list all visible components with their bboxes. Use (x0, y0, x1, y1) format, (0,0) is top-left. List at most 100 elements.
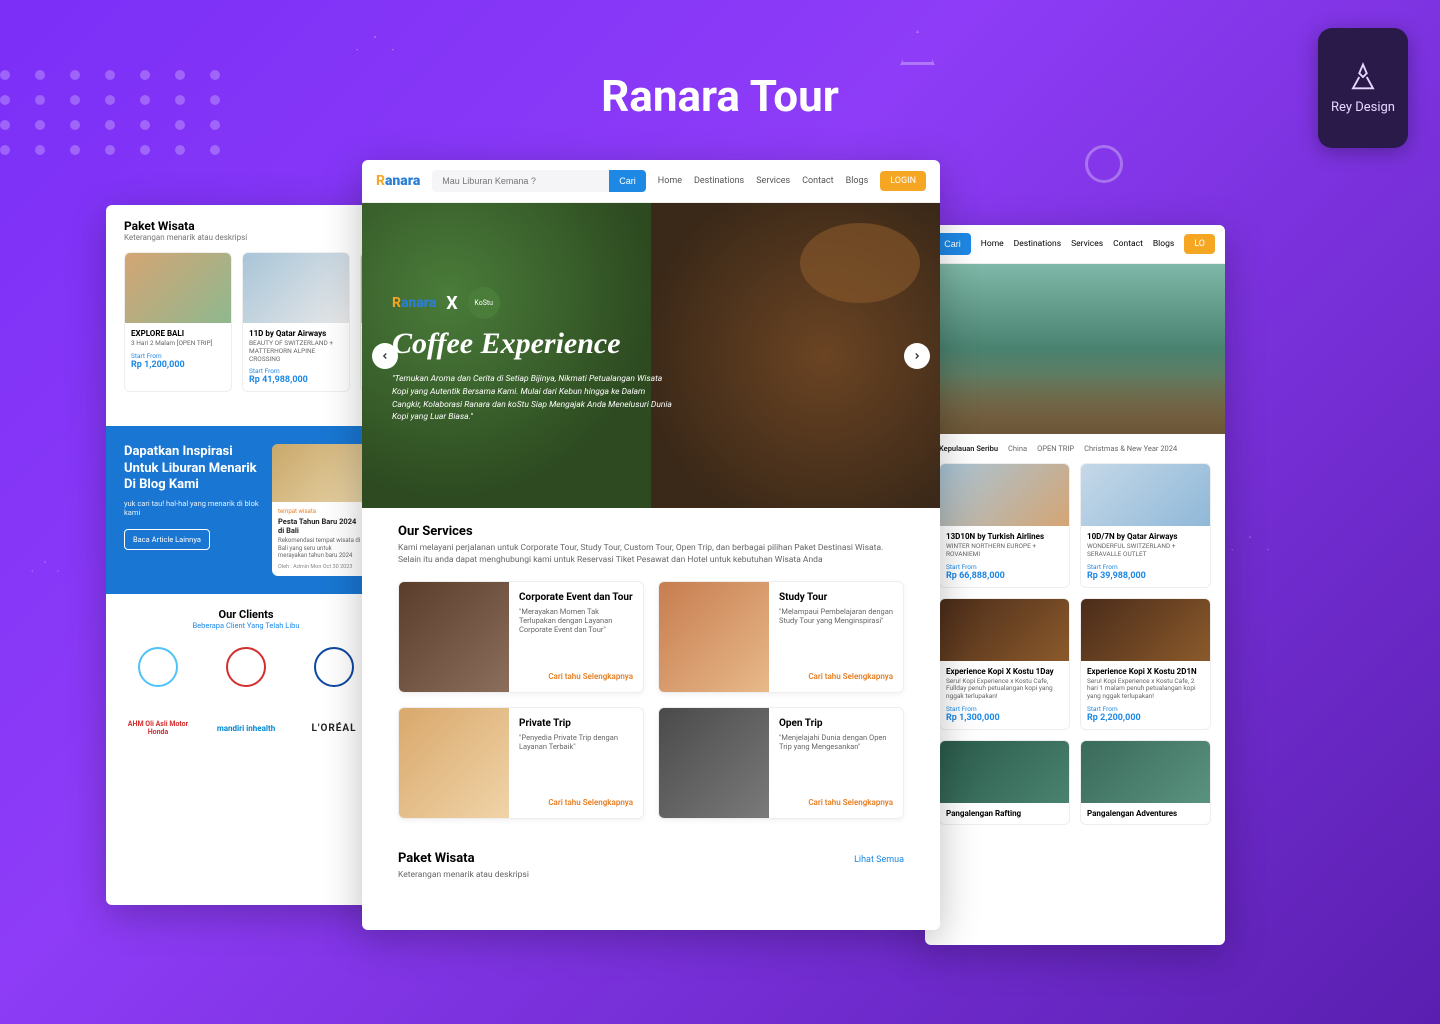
pkg-card[interactable]: Experience Kopi X Kostu 1Day Seru! Kopi … (939, 598, 1070, 730)
client-logo (296, 642, 372, 692)
service-card[interactable]: Study Tour "Melampaui Pembelajaran denga… (658, 581, 904, 693)
pkg-image (243, 253, 349, 323)
services-title: Our Services (398, 524, 904, 539)
center-preview-card: Ranara Cari Home Destinations Services C… (362, 160, 940, 930)
cat-item[interactable]: Christmas & New Year 2024 (1084, 444, 1177, 453)
pkg-card[interactable]: Pangalengan Adventures (1080, 740, 1211, 825)
cat-item[interactable]: China (1008, 444, 1027, 453)
clients-title: Our Clients (120, 608, 372, 621)
paket-title: Paket Wisata (398, 851, 529, 866)
nav-bar: Ranara Cari Home Destinations Services C… (362, 160, 940, 203)
start-from-label: Start From (249, 367, 343, 375)
pkg-price: Rp 41,988,000 (249, 375, 343, 385)
paket-sub: Keterangan menarik atau deskripsi (398, 870, 529, 882)
see-all-link[interactable]: Lihat Semua (854, 855, 904, 865)
pkg-image (940, 464, 1069, 526)
service-title: Private Trip (519, 718, 633, 729)
pkg-image (1081, 599, 1210, 661)
pkg-price: Rp 1,200,000 (131, 360, 225, 370)
nav-blogs[interactable]: Blogs (1153, 239, 1174, 249)
client-logo (120, 642, 196, 692)
nav-services[interactable]: Services (756, 176, 790, 186)
cat-item[interactable]: OPEN TRIP (1037, 444, 1074, 453)
pkg-card[interactable]: 10D/7N by Qatar Airways WONDERFUL SWITZE… (1080, 463, 1211, 588)
services-sub: Kami melayani perjalanan untuk Corporate… (398, 543, 904, 567)
nav-bar: Cari Home Destinations Services Contact … (925, 225, 1225, 264)
pkg-price: Rp 2,200,000 (1087, 713, 1204, 723)
carousel-next-button[interactable] (904, 343, 930, 369)
pkg-desc: BEAUTY OF SWITZERLAND + MATTERHORN ALPIN… (249, 340, 343, 363)
nav-home[interactable]: Home (981, 239, 1004, 249)
pkg-card[interactable]: 13D10N by Turkish Airlines WINTER NORTHE… (939, 463, 1070, 588)
pkg-desc: Seru! Kopi Experience x Kostu Cafe, Full… (946, 678, 1063, 701)
pkg-card[interactable]: Experience Kopi X Kostu 2D1N Seru! Kopi … (1080, 598, 1211, 730)
blog-meta: Oleh : Admin Mon Oct 30 2023 (278, 564, 362, 570)
learn-more-link[interactable]: Cari tahu Selengkapnya (519, 672, 633, 682)
pkg-price: Rp 1,300,000 (946, 713, 1063, 723)
pkg-desc: 3 Hari 2 Malam [OPEN TRIP] (131, 340, 225, 348)
service-card[interactable]: Open Trip "Menjelajahi Dunia dengan Open… (658, 707, 904, 819)
learn-more-link[interactable]: Cari tahu Selengkapnya (779, 672, 893, 682)
services-section: Our Services Kami melayani perjalanan un… (362, 508, 940, 835)
login-button[interactable]: LO (1184, 234, 1215, 254)
pkg-image (940, 741, 1069, 803)
service-title: Open Trip (779, 718, 893, 729)
service-desc: "Melampaui Pembelajaran dengan Study Tou… (779, 607, 893, 672)
hero-image (925, 264, 1225, 434)
service-card[interactable]: Corporate Event dan Tour "Merayakan Mome… (398, 581, 644, 693)
nav-contact[interactable]: Contact (1113, 239, 1143, 249)
pkg-title: 10D/7N by Qatar Airways (1087, 532, 1204, 541)
service-desc: "Menjelajahi Dunia dengan Open Trip yang… (779, 733, 893, 798)
nav-services[interactable]: Services (1071, 239, 1103, 249)
logo[interactable]: Ranara (376, 173, 420, 189)
pkg-title: Experience Kopi X Kostu 1Day (946, 667, 1063, 676)
login-button[interactable]: LOGIN (880, 171, 926, 191)
paket-section: Paket Wisata Keterangan menarik atau des… (362, 835, 940, 898)
blog-promo-band: Dapatkan Inspirasi Untuk Liburan Menarik… (106, 426, 386, 594)
pkg-card[interactable]: EXPLORE BALI 3 Hari 2 Malam [OPEN TRIP] … (124, 252, 232, 392)
search-input[interactable] (432, 170, 609, 192)
start-from-label: Start From (1087, 705, 1204, 713)
service-desc: "Penyedia Private Trip dengan Layanan Te… (519, 733, 633, 798)
hero-desc: "Temukan Aroma dan Cerita di Setiap Biji… (392, 373, 672, 424)
nav-home[interactable]: Home (658, 176, 682, 186)
paket-sub: Keterangan menarik atau deskripsi (124, 233, 368, 242)
learn-more-link[interactable]: Cari tahu Selengkapnya (519, 798, 633, 808)
blog-sub: yuk cari tau! hal-hal yang menarik di bl… (124, 499, 260, 517)
nav-contact[interactable]: Contact (802, 176, 833, 186)
service-card[interactable]: Private Trip "Penyedia Private Trip deng… (398, 707, 644, 819)
page-title: Ranara Tour (0, 70, 1440, 122)
chevron-right-icon (912, 351, 922, 361)
learn-more-link[interactable]: Cari tahu Selengkapnya (779, 798, 893, 808)
nav-blogs[interactable]: Blogs (846, 176, 869, 186)
pkg-title: Experience Kopi X Kostu 2D1N (1087, 667, 1204, 676)
hero-carousel: Ranara X KoStu Coffee Experience "Temuka… (362, 203, 940, 508)
blog-image (272, 444, 368, 502)
pkg-image (1081, 464, 1210, 526)
pkg-image (1081, 741, 1210, 803)
start-from-label: Start From (946, 705, 1063, 713)
left-preview-card: Paket Wisata Keterangan menarik atau des… (106, 205, 386, 905)
service-desc: "Merayakan Momen Tak Terlupakan dengan L… (519, 607, 633, 672)
blog-tag: tempat wisata (278, 508, 362, 515)
pkg-image (125, 253, 231, 323)
hero-title: Coffee Experience (392, 329, 672, 359)
service-title: Corporate Event dan Tour (519, 592, 633, 603)
search-button[interactable]: Cari (609, 170, 646, 192)
cat-item[interactable]: Kepulauan Seribu (939, 444, 998, 453)
pkg-price: Rp 39,988,000 (1087, 571, 1204, 581)
nav-destinations[interactable]: Destinations (1014, 239, 1061, 249)
blog-excerpt: Rekomendasi tempat wisata di Bali yang s… (278, 537, 362, 560)
rey-design-badge: Rey Design (1318, 28, 1408, 148)
blog-heading: Dapatkan Inspirasi Untuk Liburan Menarik… (124, 444, 260, 493)
pkg-card[interactable]: 11D by Qatar Airways BEAUTY OF SWITZERLA… (242, 252, 350, 392)
start-from-label: Start From (1087, 563, 1204, 571)
nav-destinations[interactable]: Destinations (694, 176, 744, 186)
read-articles-button[interactable]: Baca Article Lainnya (124, 529, 210, 550)
client-logo: mandiri inhealth (208, 704, 284, 754)
start-from-label: Start From (946, 563, 1063, 571)
pkg-desc: Seru! Kopi Experience x Kostu Cafe, 2 ha… (1087, 678, 1204, 701)
blog-card[interactable]: tempat wisata Pesta Tahun Baru 2024 di B… (272, 444, 368, 576)
service-image (399, 582, 509, 692)
pkg-card[interactable]: Pangalengan Rafting (939, 740, 1070, 825)
